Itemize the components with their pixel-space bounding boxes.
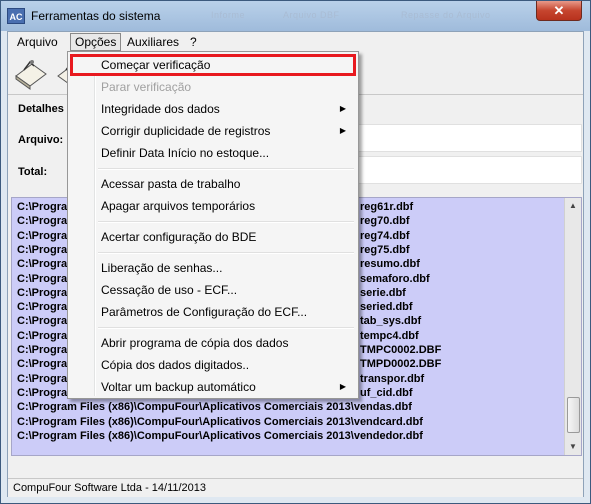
list-item-filename: reg75.dbf bbox=[360, 243, 410, 256]
menu-item-label: Integridade dos dados bbox=[101, 102, 220, 116]
menu-item-label: Abrir programa de cópia dos dados bbox=[101, 336, 289, 350]
menu-separator bbox=[98, 168, 354, 170]
window-title: Ferramentas do sistema bbox=[31, 9, 161, 23]
menu-bar: Arquivo Opções Auxiliares ? bbox=[8, 32, 583, 52]
menu-arquivo[interactable]: Arquivo bbox=[13, 34, 62, 50]
menu-item-0-4[interactable]: Definir Data Início no estoque... bbox=[70, 142, 356, 164]
menu-separator bbox=[98, 221, 354, 223]
menu-item-3-1[interactable]: Cessação de uso - ECF... bbox=[70, 279, 356, 301]
menu-item-0-2[interactable]: Integridade dos dados ▶ bbox=[70, 98, 356, 120]
menu-item-1-1[interactable]: Apagar arquivos temporários bbox=[70, 195, 356, 217]
submenu-arrow-icon: ▶ bbox=[339, 104, 346, 113]
menu-item-label: Liberação de senhas... bbox=[101, 261, 223, 275]
total-label: Total: bbox=[18, 166, 48, 178]
menu-item-label: Acessar pasta de trabalho bbox=[101, 177, 241, 191]
menu-item-3-2[interactable]: Parâmetros de Configuração do ECF... bbox=[70, 301, 356, 323]
scroll-down-icon[interactable]: ▼ bbox=[565, 439, 581, 455]
menu-separator bbox=[98, 252, 354, 254]
menu-help[interactable]: ? bbox=[186, 34, 201, 50]
background-tab-ghost: Arquivo DBF bbox=[283, 10, 340, 20]
detalhes-label: Detalhes bbox=[18, 103, 64, 115]
menu-item-label: Definir Data Início no estoque... bbox=[101, 146, 270, 160]
menu-item-label: Voltar um backup automático bbox=[101, 380, 256, 394]
list-item-filename: serie.dbf bbox=[360, 286, 406, 299]
submenu-arrow-icon: ▶ bbox=[339, 382, 346, 391]
background-tab-ghost: Informe bbox=[211, 10, 246, 20]
app-window: AC Ferramentas do sistema Informe Arquiv… bbox=[0, 0, 591, 504]
menu-auxiliares[interactable]: Auxiliares bbox=[123, 34, 183, 50]
menu-item-3-0[interactable]: Liberação de senhas... bbox=[70, 257, 356, 279]
scroll-thumb[interactable] bbox=[567, 397, 580, 433]
menu-item-label: Parar verificação bbox=[101, 80, 192, 94]
list-item-filename: tempc4.dbf bbox=[360, 329, 419, 342]
title-bar[interactable]: AC Ferramentas do sistema Informe Arquiv… bbox=[1, 1, 590, 31]
menu-item-label: Cópia dos dados digitados.. bbox=[101, 358, 250, 372]
menu-item-label: Apagar arquivos temporários bbox=[101, 199, 256, 213]
close-button[interactable]: ✕ bbox=[536, 1, 582, 21]
menu-item-label: Começar verificação bbox=[101, 58, 211, 72]
arquivo-label: Arquivo: bbox=[18, 134, 64, 146]
menu-opcoes[interactable]: Opções bbox=[70, 33, 122, 51]
vertical-scrollbar[interactable]: ▲ ▼ bbox=[564, 198, 581, 455]
list-item-filename: uf_cid.dbf bbox=[360, 386, 413, 399]
list-item-filename: reg74.dbf bbox=[360, 229, 410, 242]
list-item[interactable]: C:\Program Files (x86)\CompuFour\Aplicat… bbox=[17, 416, 423, 428]
menu-item-0-3[interactable]: Corrigir duplicidade de registros ▶ bbox=[70, 120, 356, 142]
menu-item-label: Parâmetros de Configuração do ECF... bbox=[101, 305, 308, 319]
list-item-filename: TMPD0002.DBF bbox=[360, 358, 442, 371]
status-text: CompuFour Software Ltda - 14/11/2013 bbox=[13, 482, 207, 494]
list-item-filename: semaforo.dbf bbox=[360, 272, 430, 285]
menu-item-label: Corrigir duplicidade de registros bbox=[101, 124, 271, 138]
list-item[interactable]: C:\Program Files (x86)\CompuFour\Aplicat… bbox=[17, 401, 412, 413]
list-item-filename: TMPC0002.DBF bbox=[360, 344, 442, 356]
background-tab-ghost: Repasse do Arquivo bbox=[401, 10, 491, 20]
list-item-filename: reg70.dbf bbox=[360, 215, 410, 228]
status-bar: CompuFour Software Ltda - 14/11/2013 bbox=[8, 478, 583, 497]
menu-separator bbox=[98, 327, 354, 329]
menu-item-0-0[interactable]: Começar verificação bbox=[70, 54, 356, 76]
menu-item-label: Cessação de uso - ECF... bbox=[101, 283, 238, 297]
menu-item-1-0[interactable]: Acessar pasta de trabalho bbox=[70, 173, 356, 195]
list-item-filename: seried.dbf bbox=[360, 301, 413, 314]
submenu-arrow-icon: ▶ bbox=[339, 126, 346, 135]
list-item-filename: transpor.dbf bbox=[360, 372, 425, 385]
menu-item-4-2[interactable]: Voltar um backup automático ▶ bbox=[70, 376, 356, 398]
menu-item-4-1[interactable]: Cópia dos dados digitados.. bbox=[70, 354, 356, 376]
app-icon: AC bbox=[7, 8, 25, 24]
opcoes-dropdown-menu: Começar verificação Parar verificação Inte… bbox=[67, 51, 359, 399]
menu-item-4-0[interactable]: Abrir programa de cópia dos dados bbox=[70, 332, 356, 354]
list-item[interactable]: C:\Program Files (x86)\CompuFour\Aplicat… bbox=[17, 430, 423, 442]
scroll-up-icon[interactable]: ▲ bbox=[565, 198, 581, 214]
list-item-filename: resumo.dbf bbox=[360, 258, 420, 271]
clipboard-check-icon[interactable] bbox=[12, 56, 48, 90]
menu-item-2-0[interactable]: Acertar configuração do BDE bbox=[70, 226, 356, 248]
list-item-filename: tab_sys.dbf bbox=[360, 315, 422, 328]
menu-item-0-1: Parar verificação bbox=[70, 76, 356, 98]
menu-item-label: Acertar configuração do BDE bbox=[101, 230, 257, 244]
list-item-filename: reg61r.dbf bbox=[360, 201, 414, 213]
